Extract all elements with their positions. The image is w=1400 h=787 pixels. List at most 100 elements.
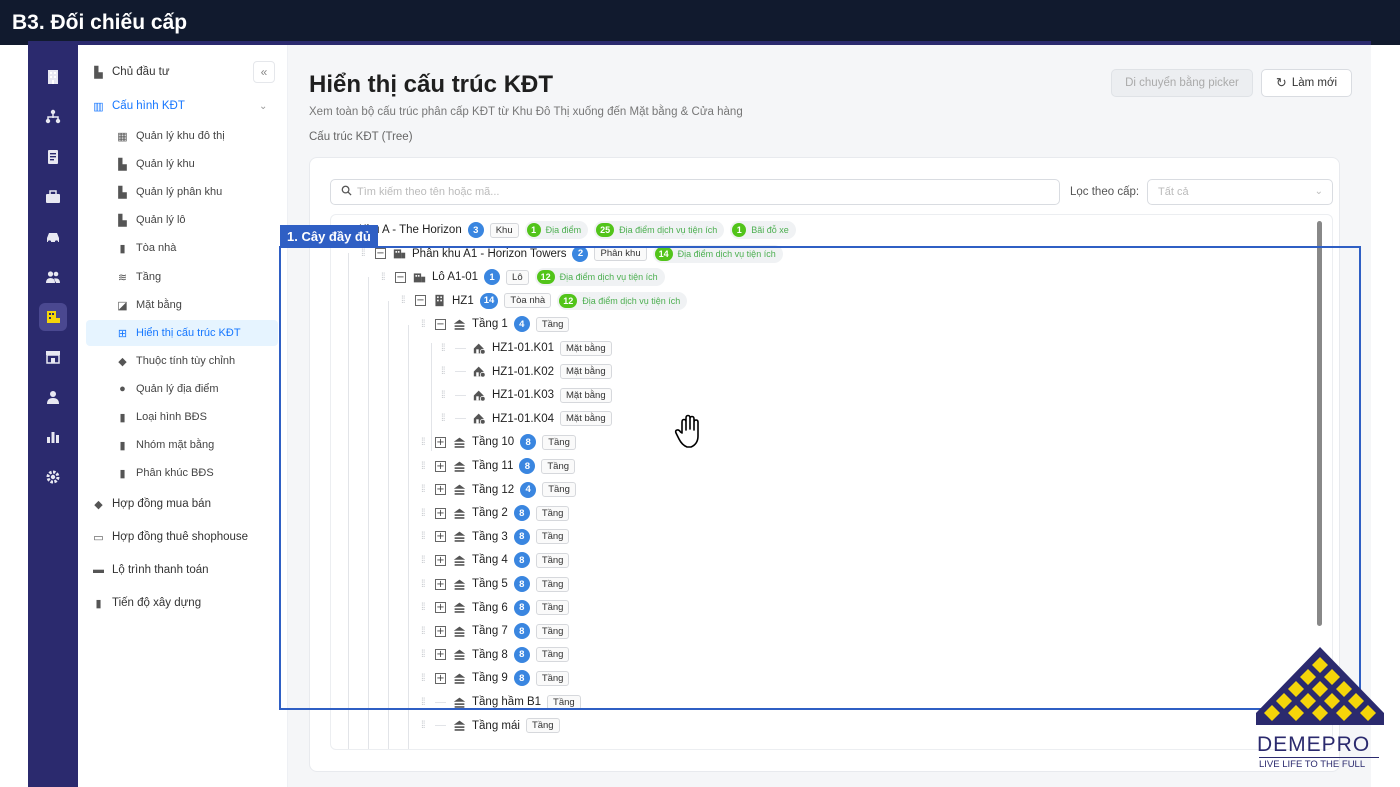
sidebar-item-label: Lộ trình thanh toán	[112, 564, 209, 576]
store-icon	[46, 351, 60, 364]
settings-icon	[46, 470, 60, 484]
rail-building-icon[interactable]	[39, 63, 67, 91]
page-description: Xem toàn bộ cấu trúc phân cấp KĐT từ Khu…	[309, 106, 743, 118]
logo-name: DEMEPRO	[1257, 733, 1371, 756]
sidebar-item-label: Cấu hình KĐT	[112, 100, 185, 112]
refresh-button[interactable]: ↻ Làm mới	[1261, 69, 1352, 97]
sidebar-item[interactable]: ▙ Chủ đầu tư	[92, 65, 170, 79]
rail-chart-icon[interactable]	[39, 423, 67, 451]
rail-office-icon[interactable]	[39, 303, 67, 331]
stat-tag: 25 Địa điểm dịch vụ tiện ích	[594, 221, 725, 239]
tag-icon: ◆	[118, 355, 127, 368]
investor-icon: ▙	[94, 66, 103, 79]
building-icon: ▮	[119, 439, 126, 452]
chevron-down-icon: ⌄	[259, 101, 268, 112]
hand-cursor-icon	[674, 414, 699, 448]
highlight-label: 1. Cây đầy đủ	[280, 225, 378, 247]
sidebar-item-label: Quản lý khu	[136, 158, 195, 170]
sidebar-item-label: Quản lý khu đô thị	[136, 130, 225, 142]
search-icon	[341, 183, 352, 201]
building-icon	[48, 70, 58, 84]
sidebar-item-label: Hợp đồng thuê shophouse	[112, 531, 249, 543]
search-input[interactable]	[357, 186, 1047, 198]
zone-icon: ▙	[118, 158, 127, 171]
refresh-label: Làm mới	[1291, 77, 1338, 89]
sidebar-item[interactable]: ▮ Nhóm mặt bằng	[116, 438, 214, 452]
tree-icon: ⊞	[117, 327, 128, 340]
sidebar-item[interactable]: ▦ Quản lý khu đô thị	[116, 129, 225, 143]
stat-count: 25	[596, 223, 615, 237]
highlight-box	[279, 246, 1361, 710]
person-icon	[47, 391, 59, 404]
users-icon	[46, 271, 60, 283]
location-icon: ●	[119, 383, 126, 395]
section-label: Cấu trúc KĐT (Tree)	[309, 131, 413, 143]
bank-icon: ▥	[93, 100, 104, 113]
sidebar-item[interactable]: ● Quản lý địa điểm	[116, 382, 218, 396]
rail-car-icon[interactable]	[39, 223, 67, 251]
move-by-picker-button[interactable]: Di chuyển bằng picker	[1111, 69, 1253, 97]
building-icon: ▮	[95, 597, 102, 610]
sidebar-item[interactable]: ▮ Loại hình BĐS	[116, 410, 206, 424]
floor-icon	[452, 719, 466, 733]
sidebar-item[interactable]: ⊞ Hiển thị cấu trúc KĐT	[86, 320, 278, 346]
sidebar-item[interactable]: ◆ Thuộc tính tùy chỉnh	[116, 354, 235, 368]
child-count-badge: 3	[467, 222, 484, 238]
rail-network-icon[interactable]	[39, 103, 67, 131]
slide-title: B3. Đối chiếu cấp	[12, 11, 188, 34]
sidebar-item[interactable]: ▬ Lộ trình thanh toán	[92, 563, 209, 577]
sidebar-item[interactable]: ▙ Quản lý lô	[116, 213, 185, 227]
tree-node[interactable]: Khu A - The Horizon 3 Khu 1 Địa điểm 25 Địa đi…	[339, 220, 796, 240]
chart-icon	[47, 432, 59, 443]
sidebar-item[interactable]: ◪ Mặt bằng	[116, 298, 182, 312]
sidebar-item[interactable]: ▮ Phân khúc BĐS	[116, 466, 214, 480]
chevron-down-icon: ⌄	[1314, 186, 1323, 197]
sidebar-item[interactable]: ▮ Tòa nhà	[116, 241, 176, 255]
sidebar-item-label: Tòa nhà	[136, 242, 177, 254]
tag-icon: ◆	[94, 498, 103, 511]
refresh-icon: ↻	[1275, 75, 1287, 90]
sidebar-item-label: Chủ đầu tư	[112, 66, 170, 78]
shop-icon: ▭	[93, 531, 104, 544]
slide-header-bar: B3. Đối chiếu cấp	[0, 0, 1400, 45]
rail-users-icon[interactable]	[39, 263, 67, 291]
drag-handle-icon[interactable]: ⁞⁞	[421, 720, 429, 731]
building-icon: ▮	[119, 411, 126, 424]
stat-tag: 1 Bãi đỗ xe	[730, 221, 796, 239]
rail-person-icon[interactable]	[39, 383, 67, 411]
sidebar-item-label: Tiến độ xây dựng	[112, 597, 202, 609]
tree-node[interactable]: ⁞⁞ Tầng mái Tầng	[421, 716, 560, 736]
building-icon: ▮	[119, 242, 126, 255]
logo-tagline: LIVE LIFE TO THE FULL	[1259, 757, 1379, 770]
stat-label: Địa điểm dịch vụ tiện ích	[619, 225, 718, 235]
rail-briefcase-icon[interactable]	[39, 183, 67, 211]
sidebar-item-label: Tầng	[136, 271, 162, 283]
rail-store-icon[interactable]	[39, 343, 67, 371]
sidebar-item[interactable]: ▥ Cấu hình KĐT	[92, 99, 185, 113]
filter-label: Lọc theo cấp:	[1070, 186, 1140, 198]
sidebar-item-label: Mặt bằng	[136, 299, 182, 311]
sidebar-item[interactable]: ▙ Quản lý phân khu	[116, 185, 222, 199]
office-icon	[47, 311, 60, 323]
rail-settings-icon[interactable]	[39, 463, 67, 491]
node-type-tag: Tầng	[525, 718, 560, 734]
filter-value: Tất cả	[1158, 186, 1189, 198]
level-filter-select[interactable]: Tất cả ⌄	[1147, 179, 1333, 205]
sidebar-item-label: Thuộc tính tùy chỉnh	[136, 355, 236, 367]
sidebar-item[interactable]: ◆ Hợp đồng mua bán	[92, 497, 211, 511]
search-box[interactable]	[330, 179, 1060, 205]
rail-document-icon[interactable]	[39, 143, 67, 171]
lot-icon: ▙	[118, 214, 127, 227]
sidebar-item[interactable]: ▭ Hợp đồng thuê shophouse	[92, 530, 248, 544]
sidebar-item-label: Phân khúc BĐS	[136, 467, 214, 479]
tree-node-label: Tầng mái	[472, 719, 520, 732]
sidebar-item[interactable]: ▙ Quản lý khu	[116, 157, 195, 171]
sidebar-item[interactable]: ≋ Tầng	[116, 270, 161, 284]
stat-tag: 1 Địa điểm	[524, 221, 589, 239]
sidebar-item[interactable]: ▮ Tiến độ xây dựng	[92, 596, 201, 610]
payment-icon: ▬	[93, 564, 104, 576]
collapse-sidebar-button[interactable]: «	[253, 61, 275, 83]
car-icon	[47, 233, 59, 244]
floorplan-icon: ◪	[117, 299, 128, 312]
stat-label: Bãi đỗ xe	[751, 225, 789, 235]
